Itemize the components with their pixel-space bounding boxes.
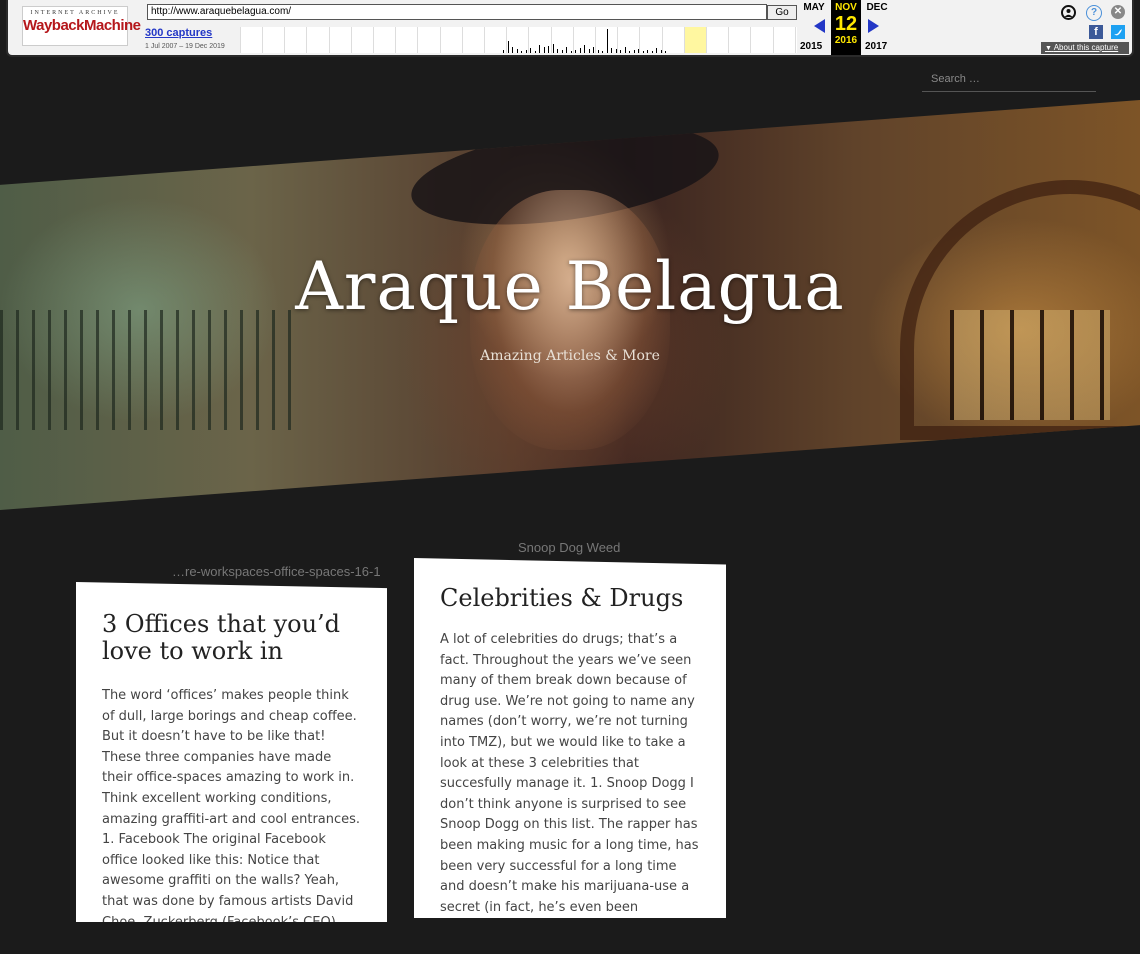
sparkline-bar bbox=[656, 48, 657, 53]
hero-window bbox=[950, 310, 1110, 420]
go-button[interactable]: Go bbox=[767, 5, 797, 20]
sparkline-bar bbox=[624, 47, 626, 53]
post-title[interactable]: Celebrities & Drugs bbox=[440, 585, 700, 612]
sparkline-bar bbox=[570, 51, 572, 53]
sparkline-bar bbox=[566, 47, 567, 53]
sparkline-bar bbox=[584, 45, 585, 53]
twitter-share-icon[interactable] bbox=[1111, 25, 1125, 39]
sparkline-year-column[interactable] bbox=[641, 27, 663, 53]
sparkline-year-column[interactable] bbox=[285, 27, 308, 53]
sparkline-bar bbox=[665, 51, 666, 53]
site-title[interactable]: Araque Belagua bbox=[0, 248, 1140, 325]
post-excerpt: The word ‘offices’ makes people think of… bbox=[102, 688, 361, 951]
logo-main-text: WaybackMachine bbox=[23, 17, 141, 34]
sparkline-year-column[interactable] bbox=[441, 27, 463, 53]
sparkline-bar bbox=[557, 49, 558, 53]
next-capture-arrow-icon[interactable] bbox=[868, 19, 879, 33]
sparkline-bar bbox=[503, 50, 504, 53]
url-input[interactable]: http://www.araquebelagua.com/ bbox=[147, 4, 767, 20]
post-image-alt[interactable]: Snoop Dog Weed bbox=[518, 540, 638, 555]
sparkline-year-column[interactable] bbox=[685, 27, 707, 53]
help-icon[interactable]: ? bbox=[1086, 5, 1102, 21]
hero-staircase-rail bbox=[0, 310, 300, 430]
sparkline-bar bbox=[651, 51, 653, 53]
sparkline-bar bbox=[530, 48, 531, 53]
sparkline-bar bbox=[534, 51, 536, 53]
sparkline-year-column[interactable] bbox=[396, 27, 419, 53]
sparkline-year-column[interactable] bbox=[374, 27, 397, 53]
prev-year[interactable]: 2015 bbox=[800, 41, 822, 52]
post-image-alt[interactable]: …re-workspaces-office-spaces-16-1 bbox=[172, 564, 387, 579]
sparkline-bar bbox=[597, 50, 599, 53]
sparkline-bar bbox=[611, 48, 612, 53]
sparkline-bar bbox=[516, 49, 518, 53]
sparkline-year-column[interactable] bbox=[263, 27, 286, 53]
about-capture-link[interactable]: ▼ About this capture bbox=[1041, 42, 1129, 54]
sparkline-bar bbox=[512, 47, 513, 53]
current-year: 2016 bbox=[834, 35, 858, 46]
sparkline-bar bbox=[615, 49, 617, 53]
current-day: 12 bbox=[834, 13, 858, 35]
post-title[interactable]: 3 Offices that you’d love to work in bbox=[102, 611, 361, 665]
dropdown-triangle-icon: ▼ bbox=[1045, 45, 1052, 52]
sparkline-year-column[interactable] bbox=[774, 27, 796, 53]
prev-month[interactable]: MAY bbox=[799, 2, 829, 13]
sparkline-bar bbox=[539, 45, 540, 53]
sparkline-bar bbox=[593, 47, 594, 53]
sparkline-bar bbox=[620, 50, 621, 53]
close-icon[interactable]: ✕ bbox=[1111, 5, 1125, 19]
sparkline-bar bbox=[543, 47, 545, 53]
sparkline-bar bbox=[660, 50, 662, 53]
sparkline-bar bbox=[521, 51, 522, 53]
sparkline-bar bbox=[638, 49, 639, 53]
sparkline-year-column[interactable] bbox=[330, 27, 352, 53]
sparkline-bar bbox=[633, 50, 635, 53]
next-year[interactable]: 2017 bbox=[865, 41, 887, 52]
sparkline-bar bbox=[525, 50, 527, 53]
wayback-logo[interactable]: INTERNET ARCHIVE WaybackMachine bbox=[22, 6, 141, 46]
post-excerpt: A lot of celebrities do drugs; that’s a … bbox=[440, 632, 699, 936]
sparkline-year-column[interactable] bbox=[552, 27, 574, 53]
capture-sparkline[interactable] bbox=[240, 27, 797, 53]
sparkline-bar bbox=[606, 29, 608, 53]
sparkline-bar bbox=[575, 50, 576, 53]
sparkline-bar bbox=[588, 49, 590, 53]
sparkline-year-column[interactable] bbox=[463, 27, 485, 53]
sparkline-year-column[interactable] bbox=[707, 27, 730, 53]
sparkline-year-column[interactable] bbox=[352, 27, 374, 53]
current-month: NOV bbox=[835, 2, 857, 13]
wayback-toolbar: INTERNET ARCHIVE WaybackMachine http://w… bbox=[6, 0, 1134, 57]
sparkline-year-column[interactable] bbox=[241, 27, 263, 53]
logo-top-text: INTERNET ARCHIVE bbox=[30, 10, 120, 16]
sparkline-bar bbox=[647, 50, 648, 53]
sparkline-bar bbox=[548, 46, 549, 53]
about-capture-label: About this capture bbox=[1053, 43, 1119, 52]
sparkline-year-column[interactable] bbox=[308, 27, 330, 53]
search-input[interactable]: Search … bbox=[922, 66, 1096, 92]
site-tagline: Amazing Articles & More bbox=[480, 348, 660, 364]
sparkline-year-column[interactable] bbox=[729, 27, 752, 53]
hero-banner: Araque Belagua Amazing Articles & More bbox=[0, 100, 1140, 510]
sparkline-bar bbox=[561, 50, 563, 53]
capture-range: 1 Jul 2007 – 19 Dec 2019 bbox=[145, 43, 225, 50]
sparkline-bar bbox=[579, 48, 581, 53]
sparkline-bar bbox=[552, 44, 554, 53]
captures-link[interactable]: 300 captures bbox=[145, 27, 212, 39]
sparkline-bar bbox=[642, 51, 644, 53]
post-card: 3 Offices that you’d love to work in The… bbox=[76, 582, 387, 922]
sparkline-year-column[interactable] bbox=[752, 27, 774, 53]
facebook-share-icon[interactable]: f bbox=[1089, 25, 1103, 39]
next-month[interactable]: DEC bbox=[862, 2, 892, 13]
sparkline-bar bbox=[507, 41, 509, 53]
prev-capture-arrow-icon[interactable] bbox=[814, 19, 825, 33]
current-capture: NOV 12 2016 bbox=[831, 0, 861, 55]
sparkline-bar bbox=[602, 51, 603, 53]
post-card: Celebrities & Drugs A lot of celebrities… bbox=[414, 558, 726, 918]
sparkline-bar bbox=[629, 51, 630, 53]
sparkline-year-column[interactable] bbox=[663, 27, 685, 53]
sparkline-year-column[interactable] bbox=[419, 27, 441, 53]
user-account-icon[interactable] bbox=[1061, 5, 1076, 20]
